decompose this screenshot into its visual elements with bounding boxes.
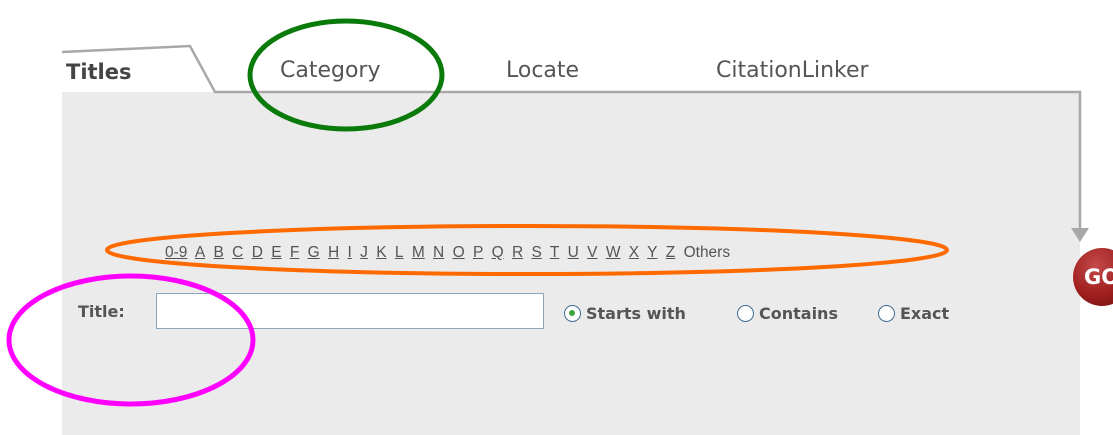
alpha-link-0-9[interactable]: 0-9: [165, 244, 187, 261]
title-search-input[interactable]: [156, 293, 544, 329]
go-label: GO: [1084, 265, 1113, 289]
alpha-link-y[interactable]: Y: [647, 244, 657, 261]
alpha-link-r[interactable]: R: [512, 244, 523, 261]
alpha-link-i[interactable]: I: [348, 244, 352, 261]
option-starts-with[interactable]: Starts with: [564, 304, 686, 323]
alpha-link-d[interactable]: D: [252, 244, 263, 261]
alpha-link-q[interactable]: Q: [492, 244, 504, 261]
alpha-link-w[interactable]: W: [606, 244, 621, 261]
alpha-link-j[interactable]: J: [360, 244, 368, 261]
contains-label: Contains: [759, 304, 838, 323]
alpha-link-x[interactable]: X: [629, 244, 639, 261]
tab-locate[interactable]: Locate: [506, 58, 579, 83]
alpha-link-m[interactable]: M: [412, 244, 425, 261]
alphabet-browse: 0-9 A B C D E F G H I J K L M N O P Q R …: [165, 244, 730, 262]
alpha-link-z[interactable]: Z: [666, 244, 675, 261]
exact-label: Exact: [900, 304, 950, 323]
alpha-link-o[interactable]: O: [453, 244, 465, 261]
alpha-others-label: Others: [683, 244, 731, 261]
alpha-link-f[interactable]: F: [290, 244, 299, 261]
title-label: Title:: [78, 302, 125, 321]
tab-titles[interactable]: Titles: [66, 60, 132, 84]
tab-category[interactable]: Category: [280, 58, 381, 83]
alpha-link-p[interactable]: P: [473, 244, 483, 261]
alpha-link-v[interactable]: V: [587, 244, 597, 261]
alpha-link-s[interactable]: S: [531, 244, 541, 261]
alpha-link-n[interactable]: N: [433, 244, 444, 261]
starts-with-label: Starts with: [586, 304, 686, 323]
alpha-link-g[interactable]: G: [308, 244, 320, 261]
alpha-link-t[interactable]: T: [550, 244, 559, 261]
alpha-link-e[interactable]: E: [271, 244, 281, 261]
alpha-link-b[interactable]: B: [214, 244, 224, 261]
alpha-link-c[interactable]: C: [232, 244, 243, 261]
starts-with-radio[interactable]: [564, 305, 581, 322]
option-contains[interactable]: Contains: [737, 304, 838, 323]
alpha-link-a[interactable]: A: [195, 244, 205, 261]
tab-citationlinker[interactable]: CitationLinker: [716, 58, 869, 83]
alpha-link-h[interactable]: H: [328, 244, 339, 261]
alpha-link-l[interactable]: L: [395, 244, 404, 261]
alpha-link-k[interactable]: K: [376, 244, 386, 261]
contains-radio[interactable]: [737, 305, 754, 322]
exact-radio[interactable]: [878, 305, 895, 322]
alpha-link-u[interactable]: U: [568, 244, 579, 261]
option-exact[interactable]: Exact: [878, 304, 949, 323]
